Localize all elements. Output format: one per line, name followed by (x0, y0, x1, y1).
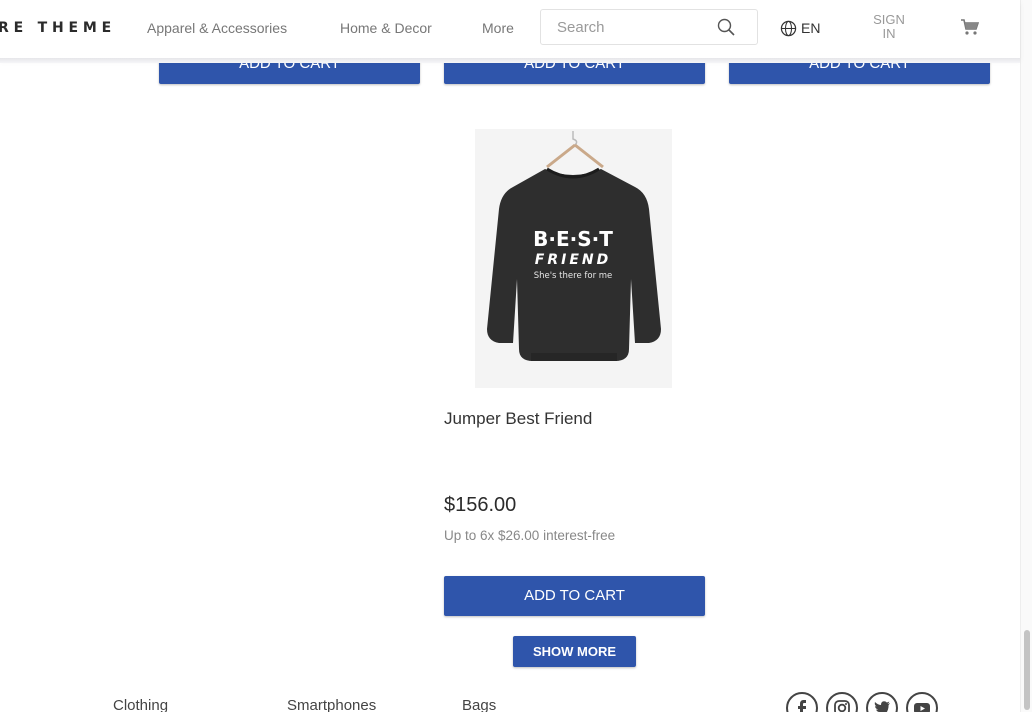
instagram-icon[interactable] (826, 692, 858, 712)
site-header: RE THEME Apparel & Accessories Home & De… (0, 0, 1020, 58)
store-logo[interactable]: RE THEME (0, 20, 116, 36)
scrollbar-thumb[interactable] (1024, 630, 1030, 710)
print-line-1: B·E·S·T (533, 227, 613, 251)
search-box (540, 9, 758, 45)
search-input[interactable] (541, 10, 721, 44)
add-to-cart-label: ADD TO CART (524, 587, 625, 604)
installments-text: Up to 6x $26.00 interest-free (444, 528, 616, 543)
facebook-icon[interactable] (786, 692, 818, 712)
youtube-icon[interactable] (906, 692, 938, 712)
footer-link-clothing[interactable]: Clothing (113, 697, 168, 712)
globe-icon (780, 20, 797, 36)
product-name[interactable]: Jumper Best Friend (444, 409, 592, 429)
sweatshirt-image: B·E·S·T FRIEND She's there for me (475, 129, 672, 388)
page-scrollbar[interactable] (1020, 0, 1032, 712)
footer-link-bags[interactable]: Bags (462, 697, 496, 712)
search-icon[interactable] (717, 18, 735, 36)
header-shadow (0, 58, 1020, 63)
print-line-2: FRIEND (535, 252, 611, 268)
nav-more[interactable]: More (482, 20, 514, 36)
show-more-button[interactable]: SHOW MORE (513, 636, 636, 667)
language-selector[interactable]: EN (780, 19, 820, 37)
language-label: EN (801, 20, 821, 36)
twitter-icon[interactable] (866, 692, 898, 712)
sign-in-link[interactable]: SIGN IN (866, 13, 912, 41)
nav-apparel-accessories[interactable]: Apparel & Accessories (147, 20, 287, 36)
show-more-label: SHOW MORE (532, 644, 617, 659)
product-image[interactable]: B·E·S·T FRIEND She's there for me (475, 129, 672, 388)
cart-icon[interactable] (961, 19, 979, 36)
product-price: $156.00 (444, 494, 517, 516)
add-to-cart-button[interactable]: ADD TO CART (444, 576, 705, 616)
nav-home-decor[interactable]: Home & Decor (340, 20, 432, 36)
footer-link-smartphones[interactable]: Smartphones (287, 697, 376, 712)
print-line-3: She's there for me (534, 271, 613, 281)
